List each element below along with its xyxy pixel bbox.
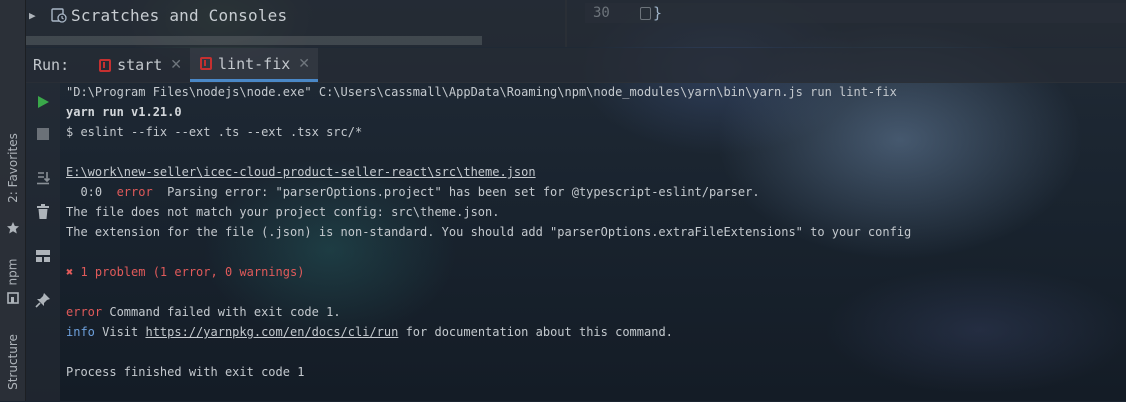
npm-tab-label: npm <box>5 258 20 286</box>
rerun-button[interactable] <box>25 88 60 116</box>
tab-start-label: start <box>117 56 163 74</box>
problem-summary: 1 problem (1 error, 0 warnings) <box>73 265 305 279</box>
console-output[interactable]: "D:\Program Files\nodejs\node.exe" C:\Us… <box>66 82 1116 401</box>
star-icon <box>0 218 25 238</box>
tab-lint-fix-label: lint-fix <box>218 54 291 73</box>
line-number: 30 <box>593 5 610 21</box>
clear-all-button[interactable] <box>25 198 60 226</box>
favorites-tab-label: 2: Favorites <box>5 133 20 203</box>
horizontal-scrollbar[interactable] <box>25 36 482 45</box>
structure-side-tab[interactable]: Structure <box>0 322 25 402</box>
favorites-side-tab[interactable]: 2: Favorites <box>0 112 25 224</box>
console-line: yarn run v1.21.0 <box>66 105 182 119</box>
error-prefix: error <box>66 305 103 319</box>
editor-current-line: 30 } <box>585 3 1126 23</box>
scratches-icon <box>51 7 67 23</box>
npm-script-icon <box>99 58 112 72</box>
fail-message: Command failed with exit code 1. <box>102 305 341 319</box>
run-header: Run: start ✕ lint-fix ✕ <box>25 48 1126 83</box>
play-icon <box>37 96 49 108</box>
structure-tab-label: Structure <box>5 334 20 390</box>
run-toolbar <box>25 82 60 401</box>
file-path-link[interactable]: E:\work\new-seller\icec-cloud-product-se… <box>66 162 1116 182</box>
pin-button[interactable] <box>25 286 60 314</box>
code-text: } <box>653 4 663 22</box>
tree-item-scratches[interactable]: ▶ Scratches and Consoles <box>25 2 565 28</box>
npm-icon <box>0 288 25 308</box>
console-line: error Command failed with exit code 1. <box>66 302 1116 322</box>
fold-marker-icon[interactable] <box>640 6 651 20</box>
docs-link[interactable]: https://yarnpkg.com/en/docs/cli/run <box>145 325 398 339</box>
console-line: The file does not match your project con… <box>66 205 500 219</box>
tab-lint-fix[interactable]: lint-fix ✕ <box>190 48 318 82</box>
layout-button[interactable] <box>25 242 60 270</box>
console-line: The extension for the file (.json) is no… <box>66 225 912 239</box>
layout-icon <box>35 250 50 262</box>
stop-icon <box>36 128 49 140</box>
pane-splitter[interactable] <box>565 0 567 47</box>
close-icon[interactable]: ✕ <box>170 57 182 73</box>
top-pane: ▶ Scratches and Consoles 30 } <box>25 0 1126 47</box>
info-rest: for documentation about this command. <box>398 325 673 339</box>
npm-script-icon <box>200 57 213 70</box>
console-line: info Visit https://yarnpkg.com/en/docs/c… <box>66 322 1116 342</box>
error-message: Parsing error: "parserOptions.project" h… <box>152 185 760 199</box>
console-line: Process finished with exit code 1 <box>66 365 305 379</box>
info-prefix: info <box>66 325 95 339</box>
error-label: error <box>116 185 153 199</box>
console-line: "D:\Program Files\nodejs\node.exe" C:\Us… <box>66 85 897 99</box>
console-line: 0:0 error Parsing error: "parserOptions.… <box>66 182 1116 202</box>
console-line: ✖ 1 problem (1 error, 0 warnings) <box>66 262 1116 282</box>
left-tool-strip: 2: Favorites npm Structure <box>0 0 26 401</box>
pin-icon <box>34 293 50 308</box>
close-icon[interactable]: ✕ <box>298 56 310 72</box>
info-visit: Visit <box>94 325 146 339</box>
tree-item-label: Scratches and Consoles <box>71 5 288 25</box>
run-label: Run: <box>33 56 70 74</box>
error-position: 0:0 <box>66 185 117 199</box>
expand-arrow-icon[interactable]: ▶ <box>29 9 43 22</box>
tab-start[interactable]: start ✕ <box>89 48 190 82</box>
trash-icon <box>36 204 49 219</box>
scroll-to-end-icon <box>36 172 50 185</box>
stop-button[interactable] <box>25 120 60 148</box>
scroll-to-end-button[interactable] <box>25 164 60 192</box>
console-line: $ eslint --fix --ext .ts --ext .tsx src/… <box>66 125 363 139</box>
